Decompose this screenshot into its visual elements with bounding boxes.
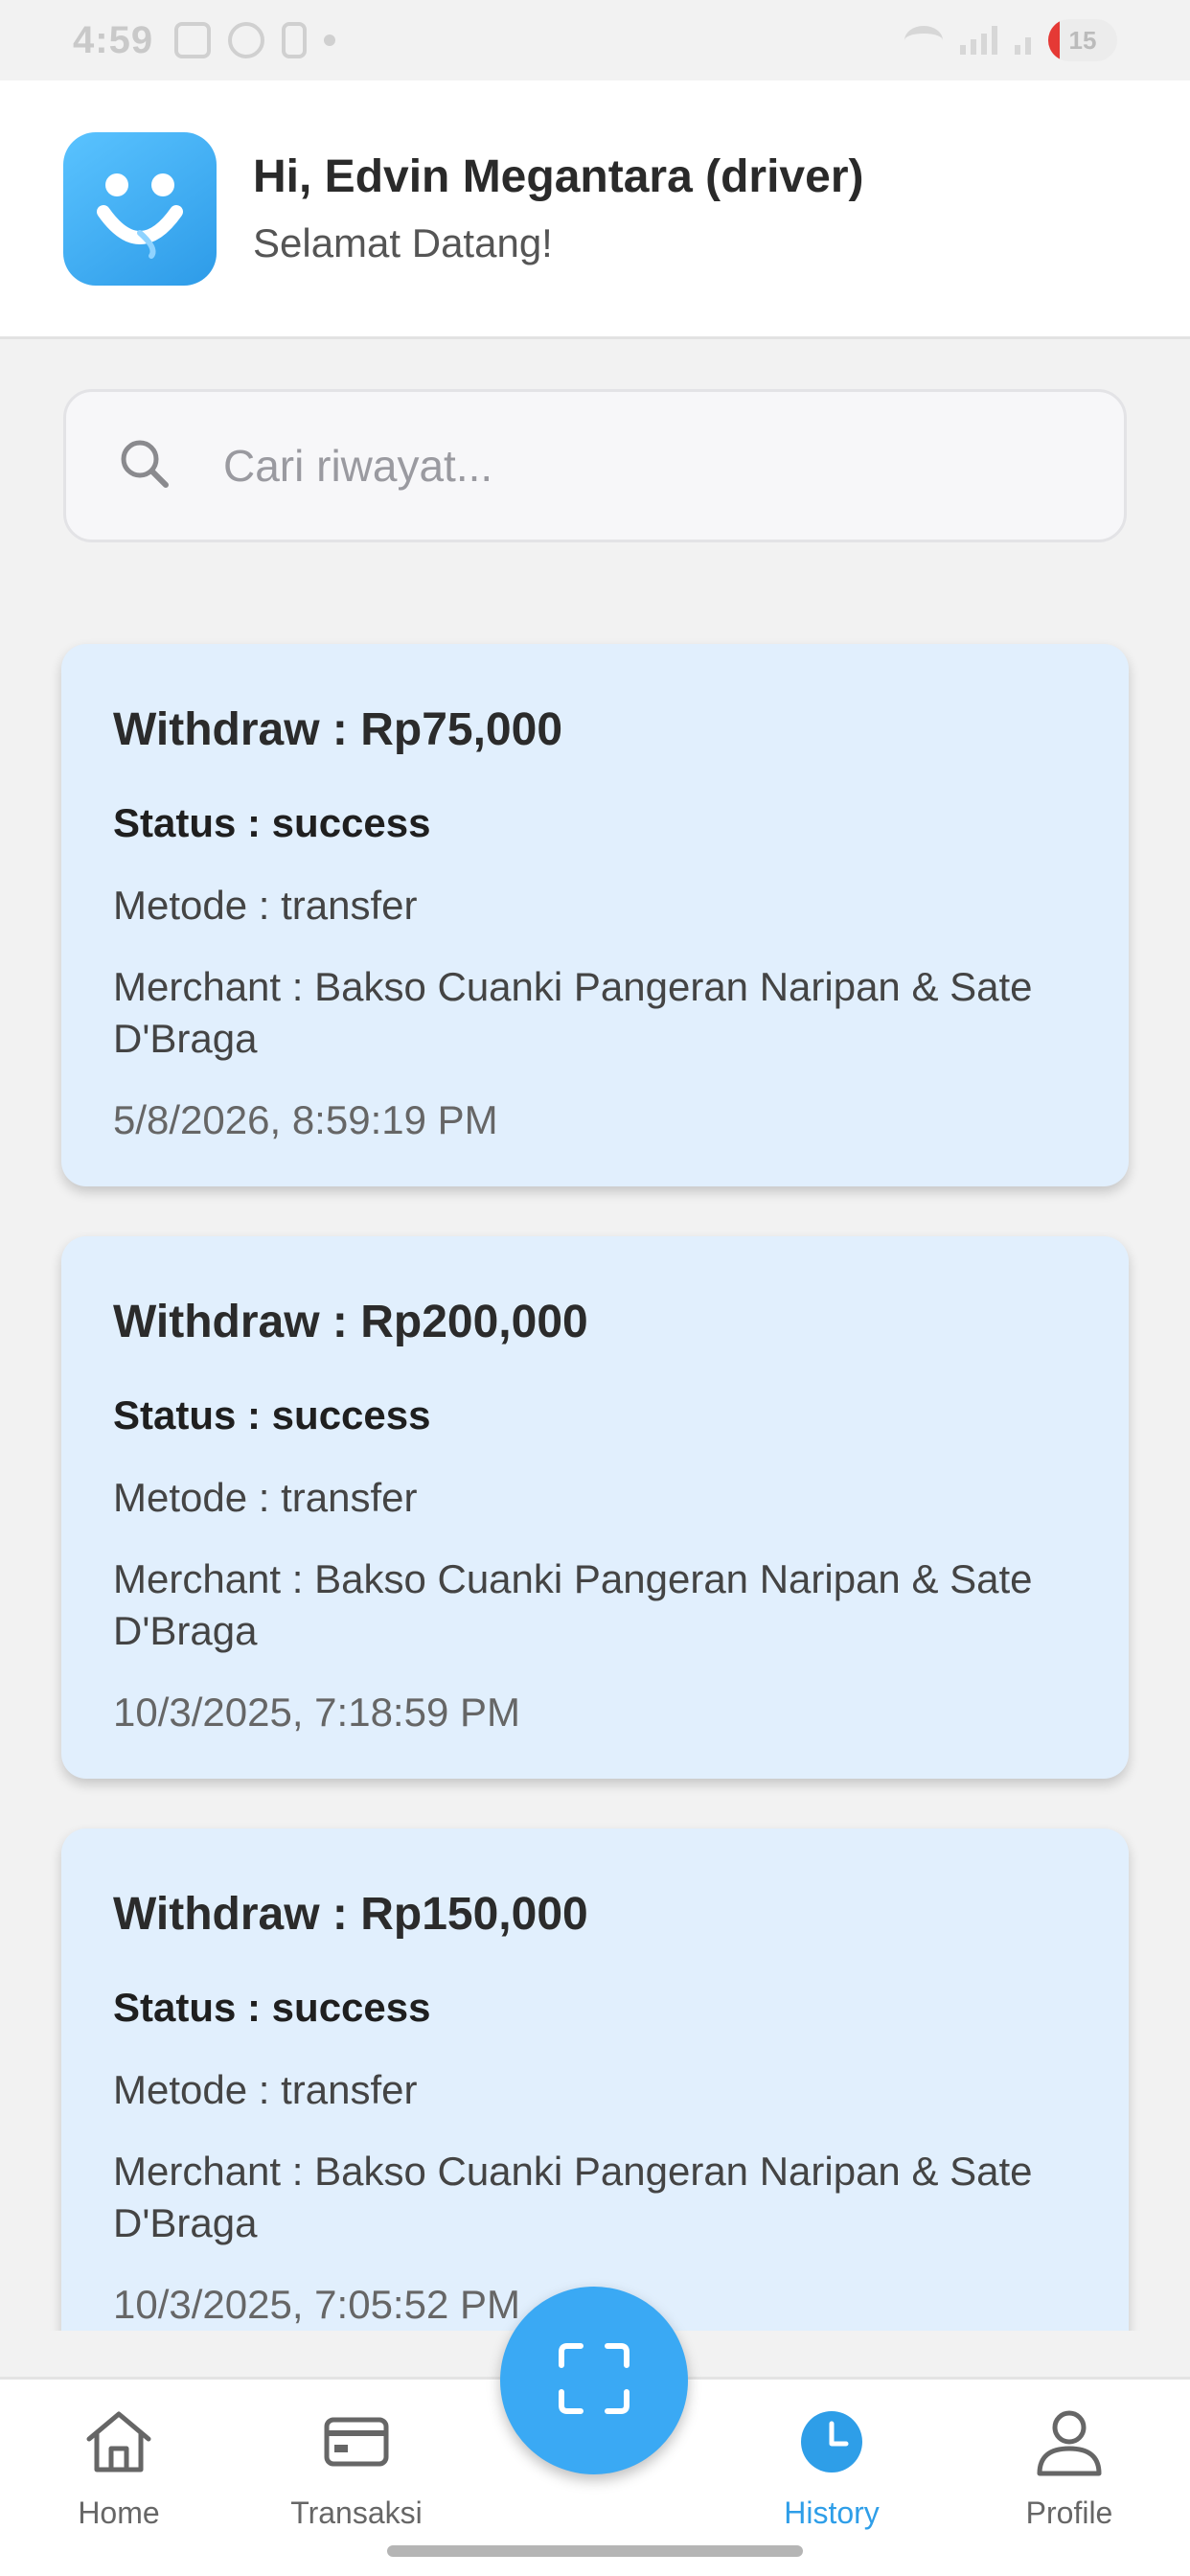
history-card[interactable]: Withdraw : Rp150,000 Status : success Me… (61, 1828, 1129, 2331)
card-date: 10/3/2025, 7:18:59 PM (113, 1690, 520, 1735)
card-title: Withdraw : Rp150,000 (113, 1889, 588, 1940)
status-notification-icons (174, 22, 336, 58)
signal-icon (960, 26, 997, 55)
history-screen: 4:59 15 Hi, Edvin Megantara (driver) Sel… (0, 0, 1190, 2576)
nav-profile[interactable]: Profile (973, 2406, 1165, 2531)
welcome-subtitle: Selamat Datang! (253, 220, 553, 265)
screenshot-icon (174, 22, 212, 58)
whatsapp-icon (228, 22, 265, 58)
smile-logo-icon (63, 131, 217, 286)
card-status: Status : success (113, 800, 431, 845)
status-system-icons: 15 (904, 19, 1117, 61)
card-title: Withdraw : Rp75,000 (113, 704, 563, 755)
battery-saver-icon (282, 22, 308, 58)
home-indicator[interactable] (387, 2545, 803, 2557)
card-method: Metode : transfer (113, 2067, 418, 2112)
card-method: Metode : transfer (113, 1475, 418, 1520)
scan-button[interactable] (500, 2287, 688, 2474)
card-title: Withdraw : Rp200,000 (113, 1297, 588, 1347)
wifi-icon (904, 26, 943, 55)
card-status: Status : success (113, 1392, 431, 1438)
user-icon (1032, 2406, 1107, 2482)
status-bar: 4:59 15 (0, 0, 1190, 80)
card-date: 5/8/2026, 8:59:19 PM (113, 1097, 498, 1142)
status-time: 4:59 (73, 18, 154, 61)
nav-history-label: History (784, 2496, 880, 2530)
search-icon (116, 435, 173, 497)
card-merchant: Merchant : Bakso Cuanki Pangeran Naripan… (113, 2149, 1033, 2245)
greeting-title: Hi, Edvin Megantara (driver) (253, 151, 864, 202)
card-icon (319, 2406, 394, 2482)
clock-icon (794, 2406, 869, 2482)
battery-icon: 15 (1048, 19, 1117, 61)
history-card[interactable]: Withdraw : Rp200,000 Status : success Me… (61, 1236, 1129, 1779)
nav-history[interactable]: History (736, 2406, 927, 2531)
app-header: Hi, Edvin Megantara (driver) Selamat Dat… (0, 80, 1190, 339)
card-merchant: Merchant : Bakso Cuanki Pangeran Naripan… (113, 1556, 1033, 1653)
home-icon (81, 2406, 156, 2482)
search-bar[interactable] (63, 389, 1127, 542)
notification-dot-icon (324, 34, 336, 46)
history-card[interactable]: Withdraw : Rp75,000 Status : success Met… (61, 644, 1129, 1186)
nav-home[interactable]: Home (23, 2406, 215, 2531)
battery-level: 15 (1068, 25, 1097, 55)
search-input[interactable] (223, 440, 1086, 492)
header-text: Hi, Edvin Megantara (driver) Selamat Dat… (253, 150, 863, 266)
nav-home-label: Home (78, 2496, 160, 2530)
signal-secondary-icon (1015, 26, 1031, 55)
history-list[interactable]: Withdraw : Rp75,000 Status : success Met… (0, 594, 1190, 2331)
card-status: Status : success (113, 1985, 431, 2030)
card-method: Metode : transfer (113, 883, 418, 928)
card-merchant: Merchant : Bakso Cuanki Pangeran Naripan… (113, 964, 1033, 1061)
scan-icon (554, 2338, 634, 2424)
nav-transaksi[interactable]: Transaksi (261, 2406, 452, 2531)
nav-transaksi-label: Transaksi (290, 2496, 423, 2530)
nav-profile-label: Profile (1025, 2496, 1113, 2530)
